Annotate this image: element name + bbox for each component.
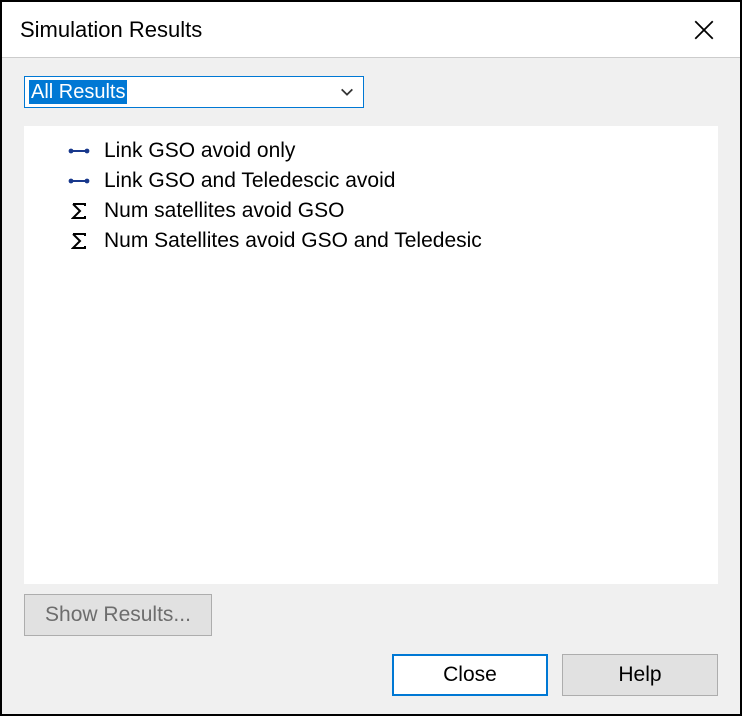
list-item-label: Link GSO avoid only: [104, 139, 295, 163]
content-area: All Results Link GSO avoid only: [2, 58, 740, 654]
results-filter-dropdown[interactable]: All Results: [24, 76, 364, 108]
link-icon: [68, 170, 90, 192]
list-item[interactable]: Link GSO and Teledescic avoid: [32, 166, 710, 196]
show-results-button: Show Results...: [24, 594, 212, 636]
list-item-label: Link GSO and Teledescic avoid: [104, 169, 395, 193]
list-item[interactable]: Link GSO avoid only: [32, 136, 710, 166]
list-item[interactable]: Num satellites avoid GSO: [32, 196, 710, 226]
simulation-results-dialog: Simulation Results All Results: [0, 0, 742, 716]
list-item[interactable]: Num Satellites avoid GSO and Teledesic: [32, 226, 710, 256]
dialog-title: Simulation Results: [20, 17, 202, 43]
dropdown-selected-text: All Results: [29, 80, 127, 104]
titlebar: Simulation Results: [2, 2, 740, 58]
list-item-label: Num Satellites avoid GSO and Teledesic: [104, 229, 482, 253]
dialog-button-row: Close Help: [2, 654, 740, 714]
link-icon: [68, 140, 90, 162]
close-icon[interactable]: [684, 10, 724, 50]
list-item-label: Num satellites avoid GSO: [104, 199, 344, 223]
results-list: Link GSO avoid only Link GSO and Teledes…: [24, 126, 718, 584]
sigma-icon: [68, 200, 90, 222]
chevron-down-icon: [339, 84, 355, 100]
bottom-left-area: Show Results...: [24, 584, 718, 636]
close-button[interactable]: Close: [392, 654, 548, 696]
help-button[interactable]: Help: [562, 654, 718, 696]
sigma-icon: [68, 230, 90, 252]
